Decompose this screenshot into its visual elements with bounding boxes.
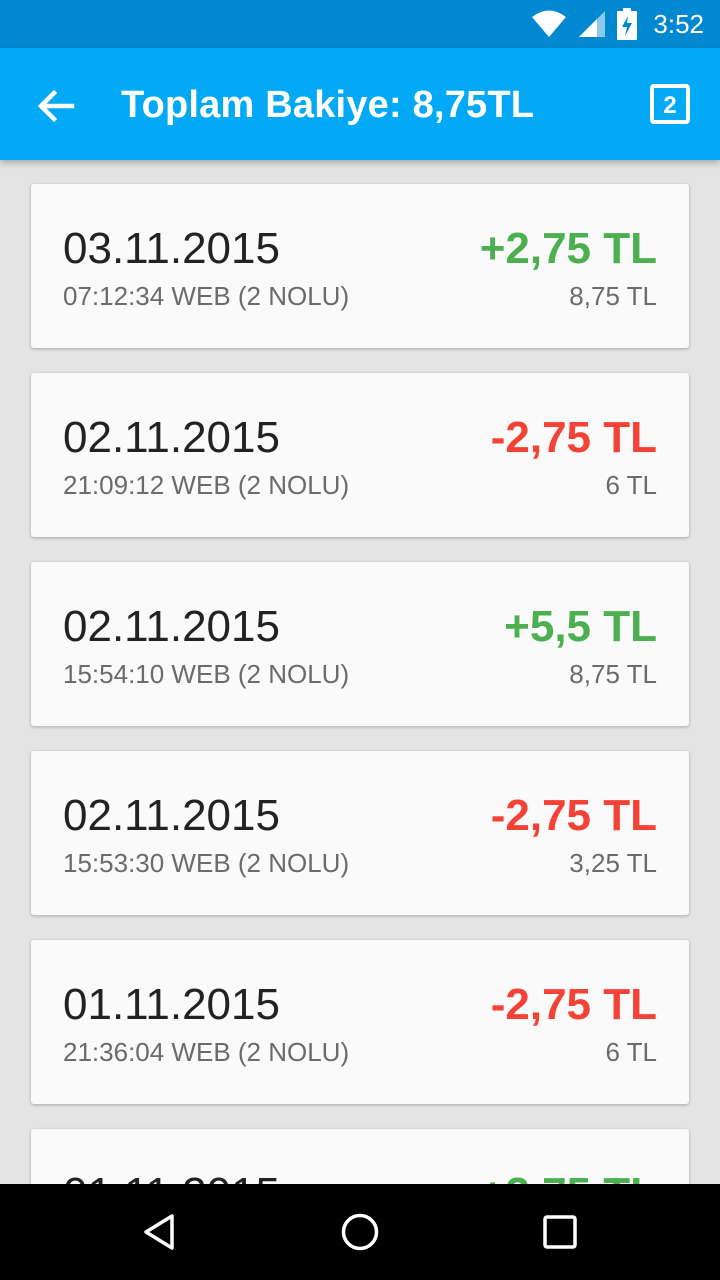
transaction-list[interactable]: 03.11.2015 07:12:34 WEB (2 NOLU) +2,75 T… xyxy=(0,160,720,1184)
navigation-bar xyxy=(0,1184,720,1280)
arrow-back-icon[interactable] xyxy=(34,84,78,128)
transaction-date: 02.11.2015 xyxy=(63,791,280,840)
transaction-card[interactable]: 01.11.2015 +2,75 TL xyxy=(31,1129,689,1184)
transaction-card[interactable]: 02.11.2015 15:54:10 WEB (2 NOLU) +5,5 TL… xyxy=(31,562,689,726)
filter-2-icon[interactable]: 2 xyxy=(650,84,690,124)
transaction-detail: 21:36:04 WEB (2 NOLU) xyxy=(63,1037,350,1067)
app-bar: Toplam Bakiye: 8,75TL 2 xyxy=(0,48,720,160)
transaction-card[interactable]: 02.11.2015 21:09:12 WEB (2 NOLU) -2,75 T… xyxy=(31,373,689,537)
transaction-date: 02.11.2015 xyxy=(63,602,280,651)
transaction-amount: -2,75 TL xyxy=(490,413,657,462)
transaction-card[interactable]: 02.11.2015 15:53:30 WEB (2 NOLU) -2,75 T… xyxy=(31,751,689,915)
transaction-amount: +2,75 TL xyxy=(480,1169,657,1184)
transaction-date: 02.11.2015 xyxy=(63,413,280,462)
page-title: Toplam Bakiye: 8,75TL xyxy=(121,84,535,126)
transaction-balance: 8,75 TL xyxy=(569,659,657,689)
recents-square-icon[interactable] xyxy=(540,1212,580,1252)
svg-text:2: 2 xyxy=(663,92,676,119)
wifi-icon xyxy=(532,10,567,37)
transaction-date: 01.11.2015 xyxy=(63,1169,280,1184)
transaction-date: 01.11.2015 xyxy=(63,980,280,1029)
transaction-balance: 8,75 TL xyxy=(569,281,657,311)
transaction-detail: 15:53:30 WEB (2 NOLU) xyxy=(63,848,350,878)
transaction-amount: -2,75 TL xyxy=(490,980,657,1029)
transaction-balance: 6 TL xyxy=(605,470,657,500)
transaction-amount: +5,5 TL xyxy=(504,602,657,651)
transaction-card[interactable]: 03.11.2015 07:12:34 WEB (2 NOLU) +2,75 T… xyxy=(31,184,689,348)
transaction-balance: 3,25 TL xyxy=(569,848,657,878)
transaction-amount: -2,75 TL xyxy=(490,791,657,840)
status-time: 3:52 xyxy=(653,8,704,39)
back-triangle-icon[interactable] xyxy=(140,1212,180,1252)
status-icons: 3:52 xyxy=(531,0,704,48)
home-circle-icon[interactable] xyxy=(340,1212,380,1252)
cell-signal-icon xyxy=(579,11,606,37)
transaction-date: 03.11.2015 xyxy=(63,224,280,273)
transaction-balance: 6 TL xyxy=(605,1037,657,1067)
status-bar: 3:52 xyxy=(0,0,720,48)
transaction-amount: +2,75 TL xyxy=(479,224,657,273)
transaction-detail: 21:09:12 WEB (2 NOLU) xyxy=(63,470,350,500)
transaction-card[interactable]: 01.11.2015 21:36:04 WEB (2 NOLU) -2,75 T… xyxy=(31,940,689,1104)
battery-charging-icon xyxy=(617,8,638,40)
transaction-detail: 15:54:10 WEB (2 NOLU) xyxy=(63,659,350,689)
transaction-detail: 07:12:34 WEB (2 NOLU) xyxy=(63,281,350,311)
